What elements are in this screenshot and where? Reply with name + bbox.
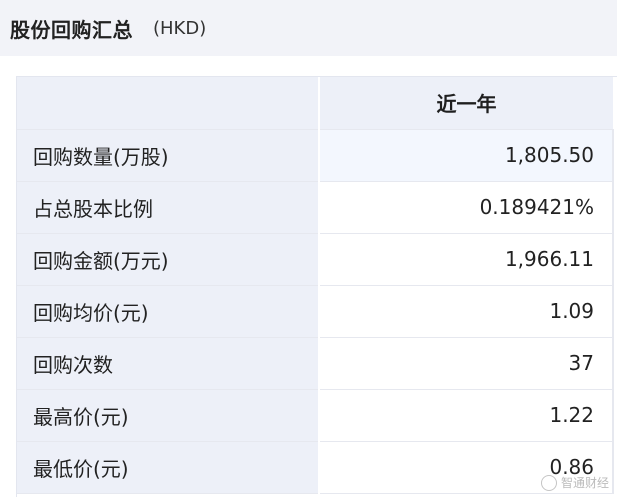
table-row: 最低价(元) 0.86 xyxy=(17,441,614,494)
table-row: 占总股本比例 0.189421% xyxy=(17,181,614,234)
table-row: 回购数量(万股) 1,805.50 xyxy=(17,129,614,182)
section-header: 股份回购汇总 (HKD) xyxy=(0,0,617,56)
row-label: 回购数量(万股) xyxy=(17,129,320,182)
table-row: 回购次数 37 xyxy=(17,337,614,390)
row-label: 回购均价(元) xyxy=(17,285,320,338)
buyback-summary-table-container: 近一年 回购数量(万股) 1,805.50 占总股本比例 0.189421% 回… xyxy=(16,76,617,497)
table-header-row: 近一年 xyxy=(17,77,613,130)
header-empty-cell xyxy=(17,77,320,130)
row-label: 回购次数 xyxy=(17,337,320,390)
watermark: 智通财经 xyxy=(540,474,609,491)
currency-label: (HKD) xyxy=(153,17,207,39)
table-row: 回购均价(元) 1.09 xyxy=(17,285,614,338)
row-value: 1.09 xyxy=(319,285,614,338)
buyback-summary-table: 近一年 回购数量(万股) 1,805.50 占总股本比例 0.189421% 回… xyxy=(17,77,614,494)
watermark-text: 智通财经 xyxy=(560,476,609,490)
row-label: 回购金额(万元) xyxy=(17,233,320,286)
row-label: 最高价(元) xyxy=(17,389,320,442)
table-row: 回购金额(万元) 1,966.11 xyxy=(17,233,614,286)
row-value: 1,966.11 xyxy=(319,233,614,286)
row-value: 37 xyxy=(319,337,614,390)
section-title: 股份回购汇总 xyxy=(10,17,133,42)
row-value: 1,805.50 xyxy=(319,129,614,182)
row-label: 最低价(元) xyxy=(17,441,320,494)
row-value: 1.22 xyxy=(319,389,614,442)
watermark-logo-icon xyxy=(540,474,557,491)
column-header-period: 近一年 xyxy=(319,77,613,130)
row-value: 0.189421% xyxy=(319,181,614,234)
table-row: 最高价(元) 1.22 xyxy=(17,389,614,442)
row-label: 占总股本比例 xyxy=(17,181,320,234)
